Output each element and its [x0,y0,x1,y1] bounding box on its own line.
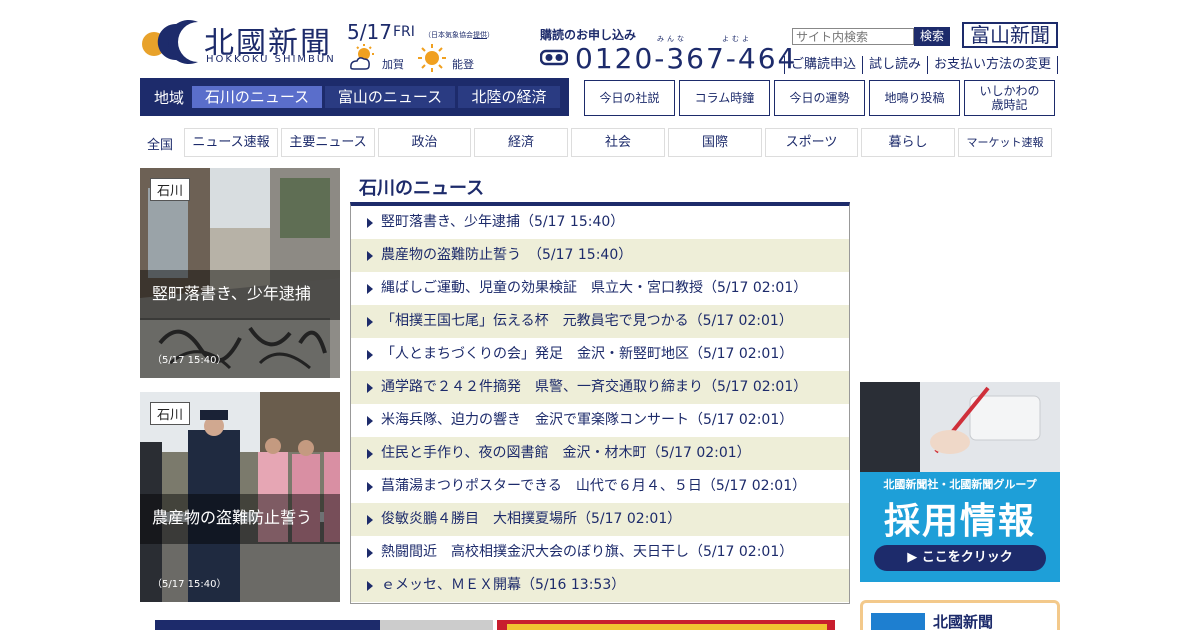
cat-politics[interactable]: 政治 [378,128,471,157]
corner-ishikawa-saijiki[interactable]: いしかわの 歳時記 [964,80,1055,116]
tab-toyama-news[interactable]: 富山のニュース [325,86,455,108]
banner-line-1: 北國新聞社・北國新聞グループ [883,478,1037,491]
cat-breaking-news[interactable]: ニュース速報 [184,128,278,157]
banner-line-2: 採用情報 [883,501,1036,542]
news-item[interactable]: 「人とまちづくりの会」発足 金沢・新竪町地区（5/17 02:01） [351,338,849,371]
search-button[interactable]: 検索 [914,27,950,46]
bottom-banner-2[interactable] [497,620,835,630]
news-item[interactable]: 農産物の盗難防止誓う （5/17 15:40） [351,239,849,272]
toyama-shimbun-link[interactable]: 富山新聞 [962,22,1058,48]
subscribe-phone[interactable]: 0120-367-464 [575,42,797,75]
cat-market-news[interactable]: マーケット速報 [958,128,1052,157]
cat-main-news[interactable]: 主要ニュース [281,128,375,157]
recruitment-banner[interactable]: 北國新聞社・北國新聞グループ 採用情報 ▶ ここをクリック [860,382,1060,582]
weather-region-kaga: 加賀 [382,58,404,71]
bullet-triangle-icon [367,284,373,294]
weather-source: （日本気象協会提供） [424,31,494,39]
cat-lifestyle[interactable]: 暮らし [861,128,955,157]
bullet-triangle-icon [367,350,373,360]
weekday: FRI [393,24,415,40]
bullet-triangle-icon [367,317,373,327]
promo-title: 北國新聞 [933,613,994,630]
news-item[interactable]: 縄ばしご運動、児童の効果検証 県立大・宮口教授（5/17 02:01） [351,272,849,305]
banner-click-button[interactable]: ▶ ここをクリック [874,545,1046,571]
news-item[interactable]: 住民と手作り、夜の図書館 金沢・材木町（5/17 02:01） [351,437,849,470]
link-trial[interactable]: 試し読み [862,56,927,74]
region-nav-label: 地域 [153,88,184,107]
logo-mark-icon [142,20,198,64]
banner-photo-image [860,382,1060,472]
cat-society[interactable]: 社会 [571,128,665,157]
photo-story-2[interactable]: 石川 農産物の盗難防止誓う （5/17 15:40） [140,392,340,602]
bullet-triangle-icon [367,251,373,261]
news-item[interactable]: ｅメッセ、ＭＥＸ開幕（5/16 13:53） [351,569,849,602]
search-input[interactable] [792,28,914,45]
cat-economy[interactable]: 経済 [474,128,568,157]
news-item[interactable]: 菖蒲湯まつりポスターできる 山代で６月４、５日（5/17 02:01） [351,470,849,503]
logo-roman: HOKKOKU SHIMBUN [206,54,336,65]
corner-horoscope[interactable]: 今日の運勢 [774,80,865,116]
cat-sports[interactable]: スポーツ [765,128,858,157]
bullet-triangle-icon [367,449,373,459]
weather-source-link[interactable]: 提供 [473,31,487,39]
photo-caption[interactable]: 農産物の盗難防止誓う [140,494,340,544]
link-payment-change[interactable]: お支払い方法の変更 [927,56,1059,74]
section-title: 石川のニュース [359,178,485,199]
weather-region-noto: 能登 [452,58,474,71]
photo-time: （5/17 15:40） [152,579,227,590]
tab-ishikawa-news[interactable]: 石川のニュース [192,86,322,108]
photo-time: （5/17 15:40） [152,355,227,366]
bottom-banner-1-image [380,620,493,630]
cat-international[interactable]: 国際 [668,128,762,157]
date: 5/17 [347,20,392,44]
corner-editorial[interactable]: 今日の社説 [584,80,675,116]
subscribe-title: 購読のお申し込み [540,28,637,42]
bullet-triangle-icon [367,482,373,492]
news-item[interactable]: 「相撲王国七尾」伝える杯 元教員宅で見つかる（5/17 02:01） [351,305,849,338]
region-tag: 石川 [150,402,191,425]
hokkoku-promo-box[interactable]: 北國新聞 [860,600,1060,630]
tab-hokuriku-economy[interactable]: 北陸の経済 [458,86,560,108]
link-subscribe[interactable]: ご購読申込 [784,56,862,74]
corner-column-jisho[interactable]: コラム時鐘 [679,80,770,116]
bullet-triangle-icon [367,416,373,426]
bullet-triangle-icon [367,548,373,558]
region-tag: 石川 [150,178,191,201]
sun-cloud-icon [350,44,374,70]
site-logo[interactable]: 北國新聞 HOKKOKU SHIMBUN [140,16,340,66]
promo-thumbnail [871,613,925,630]
region-nav: 地域 石川のニュース 富山のニュース 北陸の経済 [140,78,569,116]
sun-icon [418,44,446,72]
bullet-triangle-icon [367,515,373,525]
free-dial-icon [540,49,568,66]
news-item[interactable]: 米海兵隊、迫力の響き 金沢で軍楽隊コンサート（5/17 02:01） [351,404,849,437]
corner-jinari-posts[interactable]: 地鳴り投稿 [869,80,960,116]
news-list: 竪町落書き、少年逮捕（5/17 15:40） 農産物の盗難防止誓う （5/17 … [350,202,850,604]
bullet-triangle-icon [367,383,373,393]
bullet-triangle-icon [367,218,373,228]
page: 北國新聞 HOKKOKU SHIMBUN 5/17 FRI （日本気象協会提供）… [0,0,1200,630]
news-item[interactable]: 俊敏炎鵬４勝目 大相撲夏場所（5/17 02:01） [351,503,849,536]
bullet-triangle-icon [367,581,373,591]
news-item[interactable]: 通学路で２４２件摘発 県警、一斉交通取り締まり（5/17 02:01） [351,371,849,404]
news-item[interactable]: 熱闘間近 高校相撲金沢大会のぼり旗、天日干し（5/17 02:01） [351,536,849,569]
news-item[interactable]: 竪町落書き、少年逮捕（5/17 15:40） [351,206,849,239]
top-links: ご購読申込 試し読み お支払い方法の変更 [784,56,1059,74]
photo-story-1[interactable]: 石川 竪町落書き、少年逮捕 （5/17 15:40） [140,168,340,378]
category-label: 全国 [147,138,174,153]
photo-caption[interactable]: 竪町落書き、少年逮捕 [140,270,340,320]
